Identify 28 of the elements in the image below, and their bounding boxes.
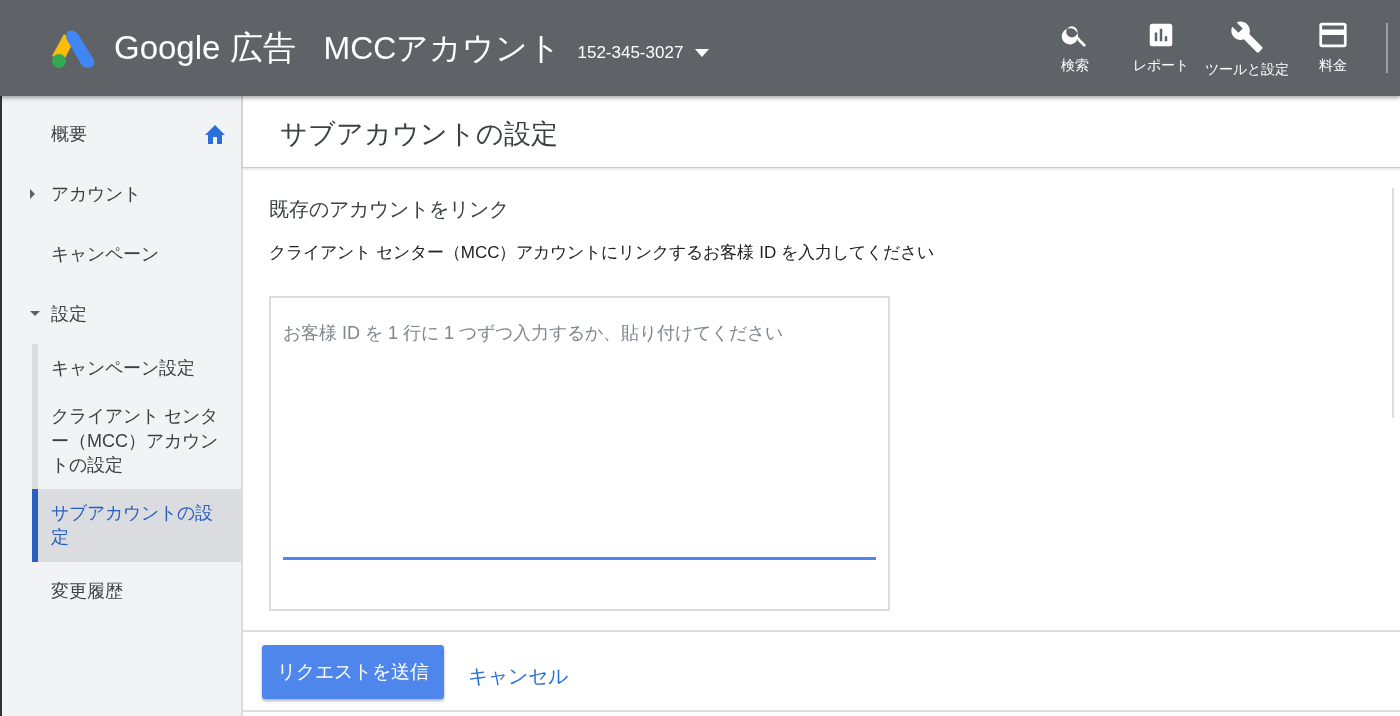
cancel-link[interactable]: キャンセル <box>468 661 568 691</box>
home-icon[interactable] <box>203 123 227 145</box>
wrench-icon <box>1230 20 1264 54</box>
sidebar-subitem[interactable]: キャンペーン設定 <box>38 344 241 393</box>
sidebar-item[interactable]: 変更履歴 <box>2 561 241 622</box>
caret-down-icon[interactable] <box>30 311 40 317</box>
submit-button[interactable]: リクエストを送信 <box>262 645 444 699</box>
sidebar-item[interactable]: キャンペーン <box>2 224 241 284</box>
sidebar-item[interactable]: 概要 <box>2 104 241 164</box>
product-name: Google 広告 <box>114 28 296 69</box>
toolbar-button[interactable]: 料金 <box>1290 0 1376 77</box>
section-heading: 既存のアカウントをリンク <box>269 197 510 222</box>
caret-right-icon[interactable] <box>30 189 36 199</box>
input-field[interactable]: お客様 ID を 1 行に 1 つずつ入力するか、貼り付けてください <box>269 295 890 611</box>
account-label: MCCアカウント <box>323 29 562 68</box>
instruction-text: クライアント センター（MCC）アカウントにリンクするお客様 ID を入力してください <box>269 242 935 264</box>
page-title: サブアカウントの設定 <box>243 96 1400 168</box>
account-id: 152-345-3027 <box>577 42 684 65</box>
sidebar-subitem[interactable]: サブアカウントの設定 <box>32 489 241 562</box>
credit-card-icon <box>1316 20 1350 50</box>
logo-icon <box>50 28 96 68</box>
toolbar-button[interactable]: 検索 <box>1032 0 1118 77</box>
sidebar-item[interactable]: 設定 <box>2 284 241 344</box>
toolbar-button[interactable]: レポート <box>1118 0 1204 77</box>
sidebar-subitem[interactable]: クライアント センター（MCC）アカウントの設定 <box>38 392 241 490</box>
sidebar-item[interactable]: アカウント <box>2 164 241 224</box>
dropdown-caret-icon[interactable] <box>695 49 710 57</box>
toolbar-button[interactable]: ツールと設定 <box>1204 0 1290 81</box>
